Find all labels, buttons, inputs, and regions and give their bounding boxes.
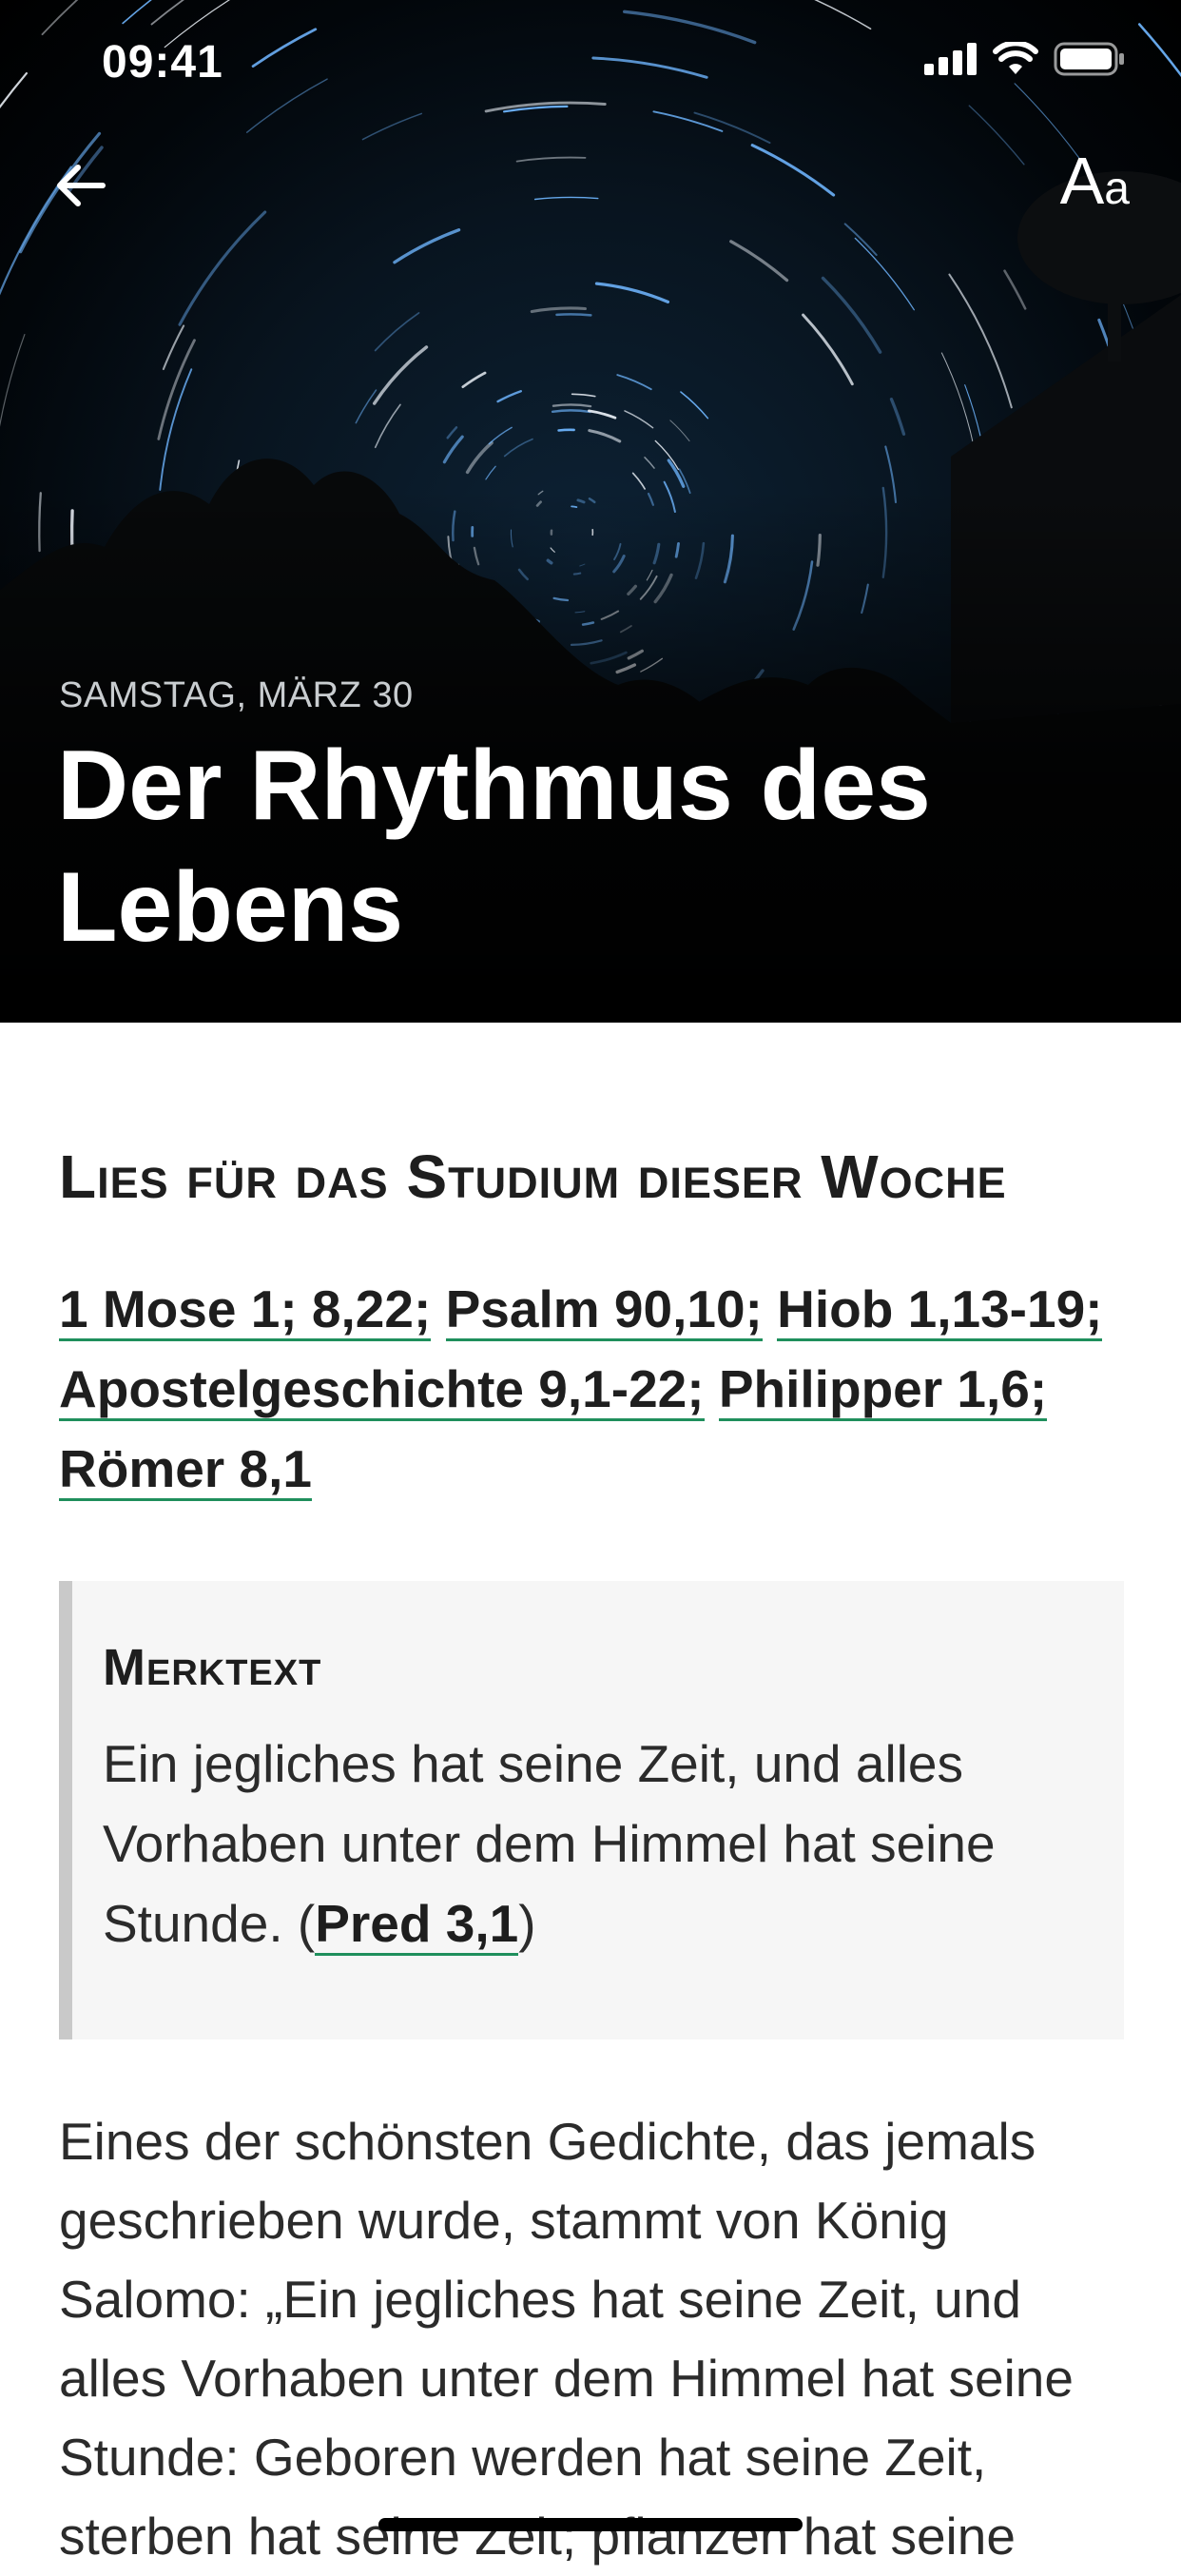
star-trail bbox=[532, 308, 585, 312]
status-icons bbox=[924, 42, 1126, 76]
star-trail bbox=[247, 79, 327, 132]
star-trail bbox=[892, 400, 904, 435]
section-title: Lies für das Studium dieser Woche bbox=[59, 1142, 1124, 1212]
star-trail bbox=[376, 313, 419, 351]
star-trail bbox=[597, 283, 668, 302]
star-trail bbox=[655, 440, 678, 469]
reading-references: 1 Mose 1; 8,22; Psalm 90,10; Hiob 1,13-1… bbox=[59, 1269, 1124, 1509]
star-trail bbox=[855, 238, 914, 309]
star-trail bbox=[376, 404, 400, 447]
reference-link[interactable]: Psalm 90,10; bbox=[446, 1279, 763, 1341]
home-indicator[interactable] bbox=[378, 2518, 803, 2531]
star-trail bbox=[375, 347, 427, 403]
star-trail bbox=[845, 224, 877, 255]
star-trail bbox=[1139, 25, 1181, 187]
star-trail bbox=[463, 373, 485, 387]
status-time: 09:41 bbox=[102, 36, 223, 88]
star-trail bbox=[823, 278, 881, 352]
memory-verse-reference-link[interactable]: Pred 3,1 bbox=[315, 1894, 518, 1956]
signal-icon bbox=[924, 43, 978, 75]
star-trail bbox=[670, 420, 689, 441]
lesson-content: Lies für das Studium dieser Woche 1 Mose… bbox=[59, 1142, 1124, 1509]
star-trail bbox=[1005, 271, 1026, 309]
star-trail bbox=[949, 275, 1011, 408]
star-trail bbox=[941, 353, 974, 448]
reference-link[interactable]: Hiob 1,13-19; bbox=[777, 1279, 1102, 1341]
battery-icon bbox=[1054, 42, 1126, 76]
memory-verse-title: Merktext bbox=[103, 1638, 1086, 1697]
star-trail bbox=[517, 158, 586, 162]
star-trail bbox=[553, 404, 590, 406]
star-trail bbox=[180, 212, 265, 324]
star-trail bbox=[731, 242, 787, 281]
star-trail bbox=[625, 411, 653, 428]
star-trail bbox=[498, 391, 521, 401]
star-trail bbox=[557, 314, 591, 315]
star-trail bbox=[0, 335, 25, 505]
star-trail bbox=[590, 431, 620, 441]
star-trail bbox=[625, 11, 755, 42]
star-trail bbox=[444, 437, 462, 462]
star-trail bbox=[752, 146, 833, 195]
star-trail bbox=[164, 326, 184, 370]
star-trail bbox=[593, 58, 707, 77]
star-trail bbox=[572, 394, 595, 396]
hero-image: 09:41 Aa SAMSTAG, MÄRZ 30 Der Rhythmus d… bbox=[0, 0, 1181, 1023]
reference-link[interactable]: Philipper 1,6; bbox=[719, 1359, 1047, 1421]
arrow-left-icon bbox=[48, 152, 114, 219]
star-trail bbox=[803, 315, 853, 384]
body-paragraph: Eines der schönsten Gedichte, das jemals… bbox=[59, 2102, 1124, 2576]
star-trail bbox=[589, 411, 615, 418]
memory-verse-body: Ein jegliches hat seine Zeit, und alles … bbox=[103, 1734, 996, 1953]
star-trail bbox=[535, 197, 598, 199]
star-trail bbox=[552, 410, 590, 412]
star-trail bbox=[505, 439, 532, 457]
date-label: SAMSTAG, MÄRZ 30 bbox=[59, 675, 414, 716]
star-trail bbox=[356, 390, 376, 423]
memory-verse-closing: ) bbox=[518, 1894, 535, 1953]
page-title: Der Rhythmus des Lebens bbox=[57, 725, 1122, 968]
font-size-icon-small: a bbox=[1104, 164, 1130, 214]
star-trail bbox=[653, 111, 722, 131]
memory-verse-text: Ein jegliches hat seine Zeit, und alles … bbox=[103, 1724, 1086, 1963]
star-trail bbox=[633, 473, 645, 489]
reference-link[interactable]: 1 Mose 1; 8,22; bbox=[59, 1279, 431, 1341]
star-trail bbox=[468, 443, 492, 473]
font-size-button[interactable]: Aa bbox=[1060, 147, 1130, 214]
star-trail bbox=[489, 427, 512, 443]
star-trail bbox=[681, 392, 708, 419]
star-trail bbox=[724, 0, 871, 29]
star-trail bbox=[448, 427, 456, 438]
star-trail bbox=[363, 113, 422, 139]
back-button[interactable] bbox=[48, 152, 114, 219]
font-size-icon-large: A bbox=[1060, 144, 1105, 218]
star-trail bbox=[559, 430, 574, 431]
star-trail bbox=[160, 369, 191, 490]
star-trail bbox=[159, 341, 195, 439]
star-trail bbox=[253, 29, 316, 67]
star-trail bbox=[0, 73, 27, 268]
star-trail bbox=[617, 375, 651, 389]
star-trail bbox=[969, 106, 1024, 165]
star-trail bbox=[645, 458, 654, 468]
memory-verse-box: Merktext Ein jegliches hat seine Zeit, u… bbox=[59, 1581, 1124, 2039]
reference-link[interactable]: Apostelgeschichte 9,1-22; bbox=[59, 1359, 705, 1421]
star-trail bbox=[486, 466, 495, 479]
star-trail bbox=[395, 230, 459, 263]
reference-link[interactable]: Römer 8,1 bbox=[59, 1439, 312, 1501]
star-trail bbox=[695, 113, 770, 144]
wifi-icon bbox=[993, 42, 1038, 76]
